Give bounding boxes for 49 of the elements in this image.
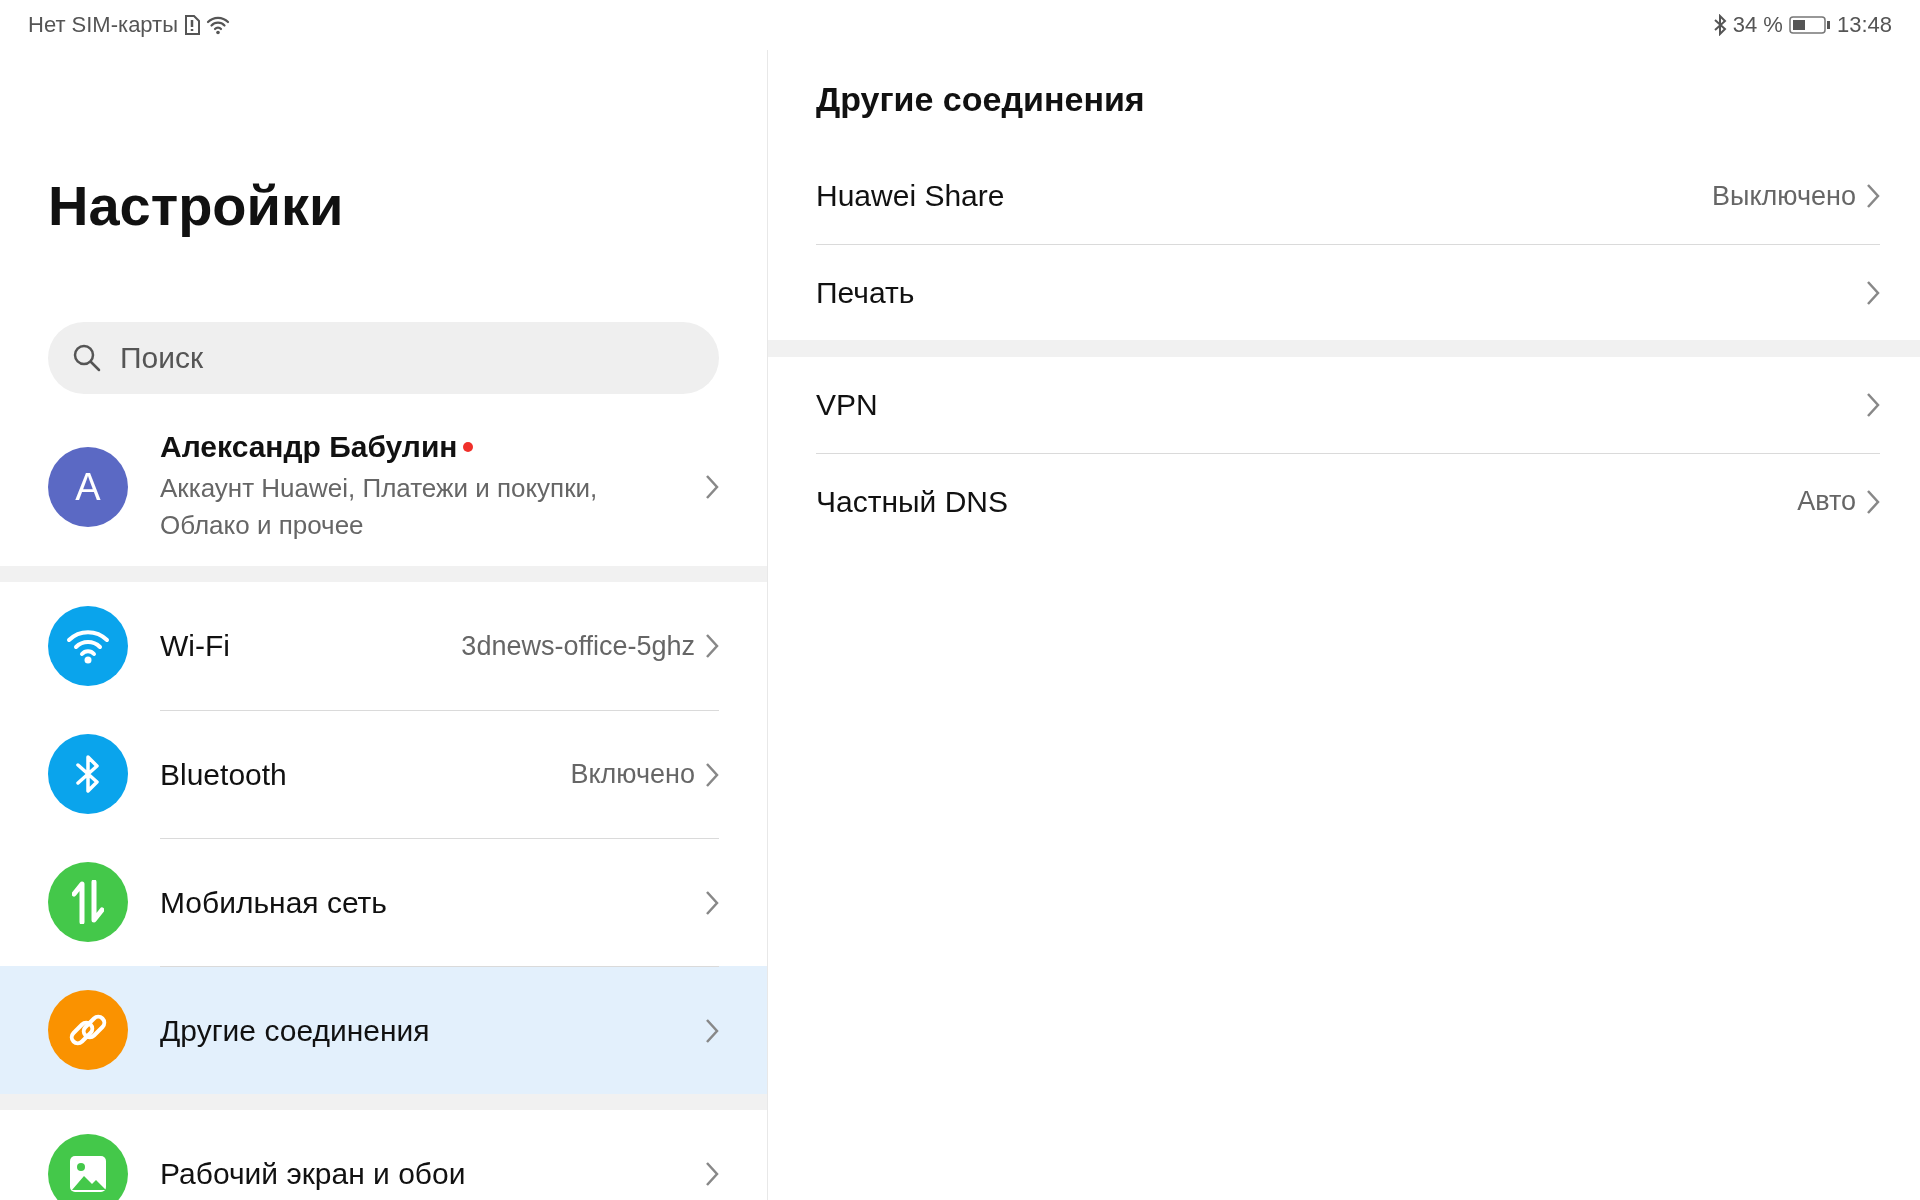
settings-item[interactable]: Huawei Share Выключено [816, 148, 1880, 244]
account-subtitle: Аккаунт Huawei, Платежи и покупки, Облако и прочее [160, 472, 599, 542]
item-label: Wi-Fi [160, 629, 231, 663]
item-label: Частный DNS [816, 484, 1009, 519]
item-value: Выключено [1712, 180, 1856, 212]
section-title: Другие соединения [816, 79, 1146, 120]
settings-item[interactable]: VPN [816, 357, 1880, 453]
sim-alert-icon [184, 15, 200, 35]
clock-time: 13:48 [1836, 12, 1892, 38]
settings-item[interactable]: Bluetooth Включено [0, 710, 767, 838]
chevron-right-icon [705, 1017, 719, 1044]
item-label: Печать [816, 275, 916, 310]
chevron-right-icon [1866, 488, 1880, 515]
account-row[interactable]: A Александр Бабулин Аккаунт Huawei, Платежи и покупки, Облако и прочее [0, 410, 767, 566]
item-value: Включено [570, 759, 695, 790]
image-icon [68, 1154, 108, 1194]
chevron-right-icon [705, 474, 719, 500]
search-field[interactable]: Поиск [48, 322, 719, 394]
up-down-arrows-icon [72, 880, 104, 924]
avatar: A [48, 447, 128, 527]
item-label: Мобильная сеть [160, 885, 388, 920]
chevron-right-icon [1866, 183, 1880, 209]
search-icon [72, 343, 102, 373]
chevron-right-icon [705, 633, 719, 659]
bluetooth-icon [75, 753, 101, 795]
account-name: Александр Бабулин [160, 430, 458, 464]
wifi-icon [66, 628, 110, 664]
settings-item[interactable]: Другие соединения [0, 966, 767, 1094]
item-label: VPN [816, 388, 879, 422]
item-label: Другие соединения [160, 1013, 431, 1048]
chevron-right-icon [705, 1161, 719, 1187]
settings-item[interactable]: Мобильная сеть [0, 838, 767, 966]
chevron-right-icon [1866, 279, 1880, 306]
battery-icon [1788, 15, 1831, 35]
chevron-right-icon [1866, 392, 1880, 418]
settings-item[interactable]: Рабочий экран и обои [0, 1110, 767, 1200]
chevron-right-icon [705, 761, 719, 788]
item-label: Рабочий экран и обои [160, 1157, 467, 1191]
item-value: Авто [1797, 486, 1856, 517]
wifi-icon [206, 15, 230, 35]
settings-item[interactable]: Частный DNS Авто [816, 453, 1880, 549]
battery-percent: 34 % [1732, 12, 1783, 38]
carrier-status: Нет SIM-карты [28, 12, 178, 38]
settings-item[interactable]: Wi-Fi 3dnews-office-5ghz [0, 582, 767, 710]
item-label: Bluetooth [160, 757, 288, 792]
item-value: 3dnews-office-5ghz [461, 630, 695, 662]
chevron-right-icon [705, 889, 719, 916]
item-label: Huawei Share [816, 179, 1006, 213]
bluetooth-icon [1712, 14, 1727, 36]
